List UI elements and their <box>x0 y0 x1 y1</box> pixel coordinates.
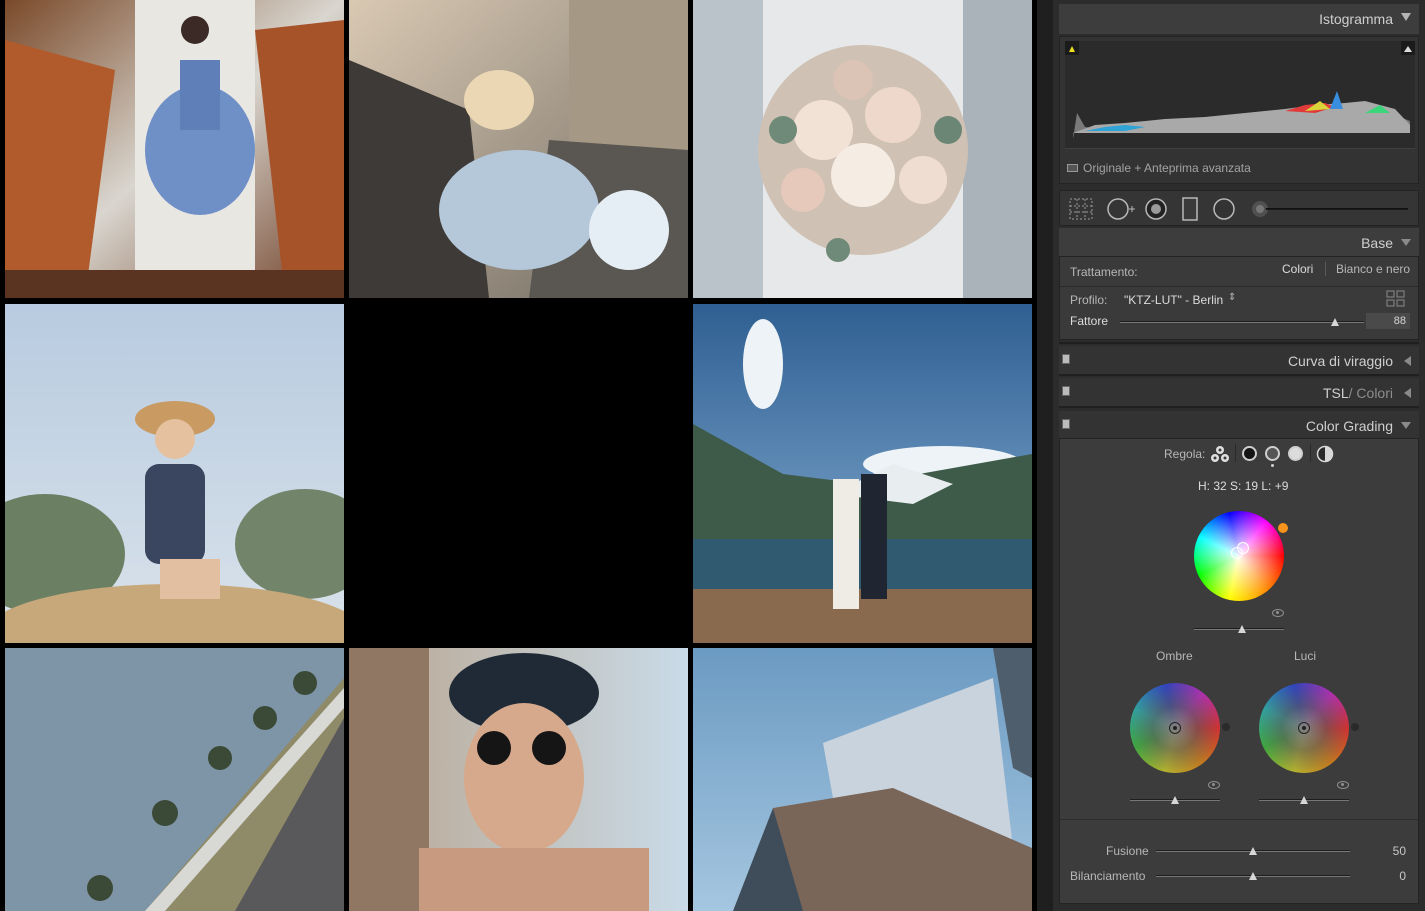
collapsed-triangle-icon[interactable] <box>1404 388 1411 398</box>
separator <box>1059 406 1419 408</box>
develop-panel: Istogramma Originale + Anteprima avanzat… <box>1037 0 1425 911</box>
color-grading-header[interactable]: Color Grading <box>1059 411 1419 441</box>
photo-grid <box>0 0 1037 911</box>
profile-browser-icon[interactable] <box>1386 290 1406 308</box>
photo-woman-car-window[interactable] <box>349 0 688 298</box>
midtones-handle[interactable] <box>1237 542 1249 554</box>
hsl-header[interactable]: TSL/ Colori <box>1059 378 1419 408</box>
global-wheel-icon[interactable] <box>1316 445 1334 463</box>
brush-size-track[interactable] <box>1266 208 1408 210</box>
eye-icon[interactable] <box>1337 781 1349 789</box>
midtones-color-wheel[interactable] <box>1194 511 1284 601</box>
blending-thumb[interactable] <box>1249 847 1257 855</box>
expand-triangle-icon[interactable] <box>1401 422 1411 429</box>
midtones-wheel-icon[interactable] <box>1265 446 1280 461</box>
profile-label: Profilo: <box>1070 293 1108 307</box>
selected-indicator <box>1271 464 1274 467</box>
three-way-icon[interactable] <box>1210 445 1230 463</box>
treatment-bw-button[interactable]: Bianco e nero <box>1336 262 1410 276</box>
color-grading-toggle[interactable] <box>1062 419 1070 429</box>
color-grading-divider <box>1060 819 1418 820</box>
balance-label: Bilanciamento <box>1070 869 1146 883</box>
adjust-divider <box>1310 444 1311 462</box>
highlights-color-wheel[interactable] <box>1259 683 1349 773</box>
hsl-toggle[interactable] <box>1062 386 1070 396</box>
shadows-label: Ombre <box>1156 649 1193 663</box>
tone-curve-title: Curva di viraggio <box>1287 353 1393 369</box>
treatment-color-button[interactable]: Colori <box>1282 262 1313 276</box>
adjust-divider <box>1235 444 1236 462</box>
separator <box>1059 374 1419 376</box>
amount-thumb[interactable] <box>1330 318 1339 326</box>
tone-curve-header[interactable]: Curva di viraggio <box>1059 346 1419 376</box>
histogram-header[interactable]: Istogramma <box>1059 4 1419 34</box>
color-grading-box: Regola: H: 32 S: 19 L: +9 Ombre Luci Fus… <box>1059 438 1419 904</box>
photo-woman-blue-dress-stairs[interactable] <box>5 0 344 298</box>
shadows-wheel-icon[interactable] <box>1242 446 1257 461</box>
color-grading-title: Color Grading <box>1305 418 1393 434</box>
collapsed-triangle-icon[interactable] <box>1404 356 1411 366</box>
amount-value[interactable]: 88 <box>1366 313 1410 329</box>
spot-removal-icon[interactable] <box>1106 197 1136 221</box>
collapse-triangle-icon[interactable] <box>1401 13 1411 21</box>
profile-chevron-icon[interactable]: ⇕ <box>1228 292 1236 303</box>
base-header[interactable]: Base <box>1059 228 1419 258</box>
base-divider <box>1060 286 1418 287</box>
highlights-label: Luci <box>1294 649 1317 663</box>
balance-value[interactable]: 0 <box>1372 869 1406 883</box>
photo-couple-mountains-lake[interactable] <box>693 304 1032 643</box>
hsl-title-alt[interactable]: / Colori <box>1349 385 1393 401</box>
hsl-title: TSL <box>1322 385 1349 401</box>
photo-woman-straw-hat[interactable] <box>5 304 344 643</box>
red-eye-icon[interactable] <box>1144 197 1168 221</box>
balance-thumb[interactable] <box>1249 872 1257 880</box>
adjust-label: Regola: <box>1164 447 1206 461</box>
blending-label: Fusione <box>1106 844 1149 858</box>
app-window: Istogramma Originale + Anteprima avanzat… <box>0 0 1425 911</box>
tone-curve-toggle[interactable] <box>1062 354 1070 364</box>
shadows-handle-center <box>1173 726 1177 730</box>
shadows-color-wheel[interactable] <box>1130 683 1220 773</box>
radial-filter-icon[interactable] <box>1212 197 1236 221</box>
histogram-graph <box>1065 41 1415 149</box>
expand-triangle-icon[interactable] <box>1401 239 1411 246</box>
crop-overlay-icon[interactable] <box>1068 197 1094 221</box>
highlights-hue-dot[interactable] <box>1351 723 1359 731</box>
histogram-title: Istogramma <box>1319 11 1393 27</box>
graduated-filter-icon[interactable] <box>1180 197 1200 221</box>
photo-bridal-bouquet[interactable] <box>693 0 1032 298</box>
highlights-luminance-thumb[interactable] <box>1300 796 1308 804</box>
histogram-box: Originale + Anteprima avanzata <box>1059 36 1419 184</box>
preview-label: Originale + Anteprima avanzata <box>1083 161 1251 175</box>
base-title: Base <box>1361 235 1393 251</box>
highlights-wheel-icon[interactable] <box>1288 446 1303 461</box>
midtones-luminance-thumb[interactable] <box>1238 625 1246 633</box>
separator <box>1059 342 1419 344</box>
photo-metal-architecture[interactable] <box>693 648 1032 911</box>
hsl-readout: H: 32 S: 19 L: +9 <box>1198 479 1289 493</box>
amount-label: Fattore <box>1070 314 1109 328</box>
amount-track[interactable] <box>1120 321 1364 323</box>
shadows-hue-dot[interactable] <box>1222 723 1230 731</box>
treatment-divider <box>1325 262 1326 276</box>
eye-icon[interactable] <box>1272 609 1284 617</box>
shadows-luminance-thumb[interactable] <box>1171 796 1179 804</box>
eye-icon[interactable] <box>1208 781 1220 789</box>
photo-woman-cap-sunglasses[interactable] <box>349 648 688 911</box>
photo-palm-trees-road[interactable] <box>5 648 344 911</box>
hue-accent-dot[interactable] <box>1278 523 1288 533</box>
profile-select[interactable]: "KTZ-LUT" - Berlin <box>1124 293 1223 307</box>
hsl-title-wrap: TSL/ Colori <box>1323 385 1393 401</box>
blending-value[interactable]: 50 <box>1372 844 1406 858</box>
highlights-handle-center <box>1302 726 1306 730</box>
tools-strip <box>1059 190 1419 226</box>
preview-checkbox[interactable] <box>1067 164 1078 172</box>
base-box: Trattamento: Colori Bianco e nero Profil… <box>1059 256 1419 340</box>
treatment-label: Trattamento: <box>1070 265 1138 279</box>
photo-empty-tile <box>349 304 688 643</box>
